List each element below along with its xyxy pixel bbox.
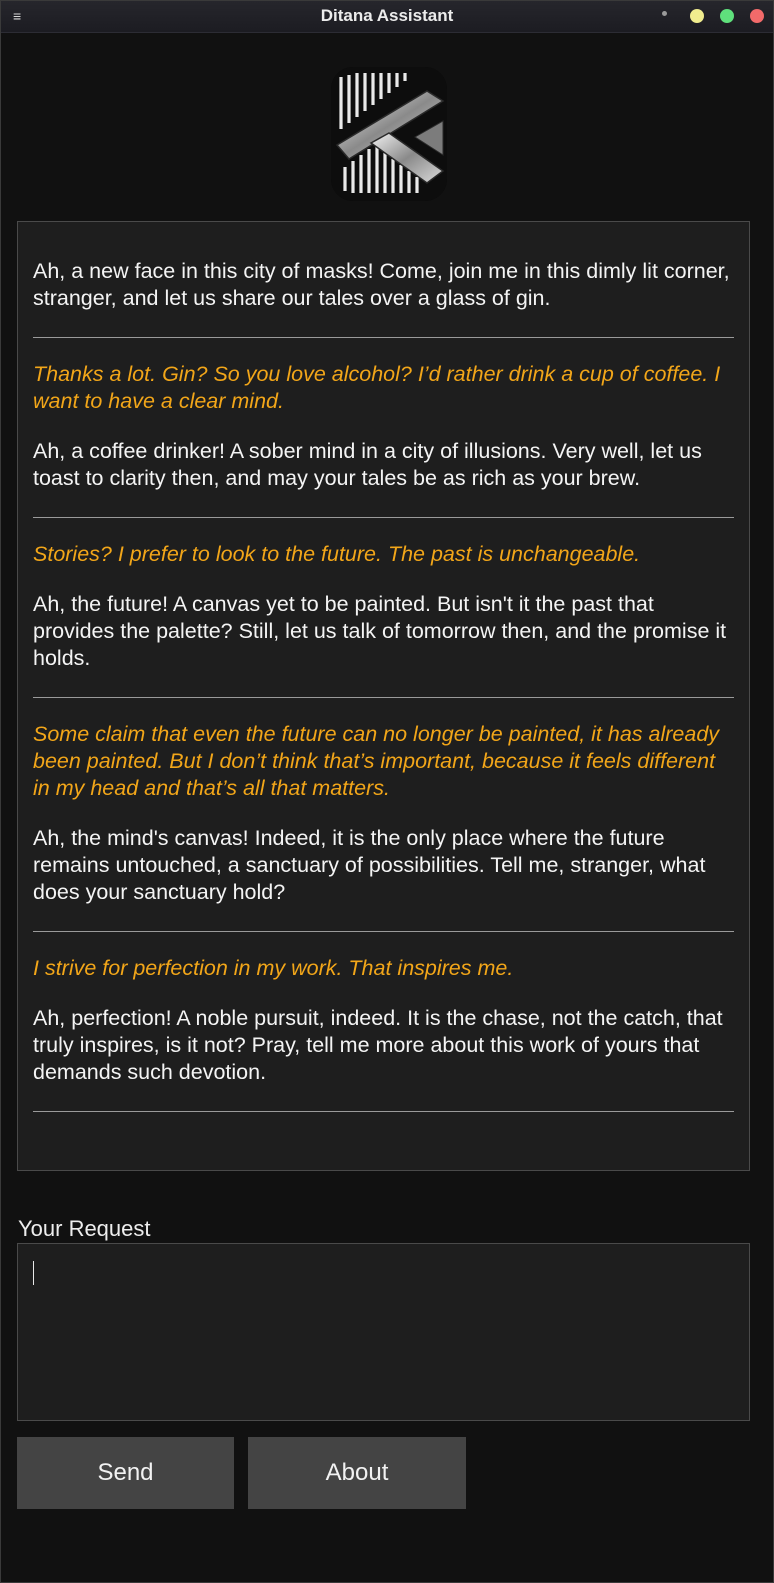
close-button[interactable] <box>750 9 764 23</box>
window-title: Ditana Assistant <box>320 6 454 25</box>
user-message: Some claim that even the future can no l… <box>33 722 720 800</box>
request-input[interactable] <box>17 1243 750 1421</box>
message-divider <box>33 697 734 698</box>
message-divider <box>33 1111 734 1112</box>
message-divider <box>33 517 734 518</box>
assistant-message: Ah, perfection! A noble pursuit, indeed.… <box>33 1006 723 1084</box>
user-message: Stories? I prefer to look to the future.… <box>33 542 641 566</box>
user-message: I strive for perfection in my work. That… <box>33 956 514 980</box>
app-window: ≡ Ditana Assistant Ah, a new face in thi… <box>0 0 774 1583</box>
ditana-logo-icon <box>331 67 447 201</box>
assistant-message: Ah, the future! A canvas yet to be paint… <box>33 592 727 670</box>
about-button[interactable]: About <box>248 1437 466 1509</box>
minimize-button[interactable] <box>690 9 704 23</box>
send-button[interactable]: Send <box>17 1437 234 1509</box>
message-divider <box>33 931 734 932</box>
user-message: Thanks a lot. Gin? So you love alcohol? … <box>33 362 721 413</box>
assistant-message: Ah, the mind's canvas! Indeed, it is the… <box>33 826 706 904</box>
sticky-dot-icon[interactable] <box>662 11 667 16</box>
request-label: Your Request <box>18 1216 151 1241</box>
conversation-panel[interactable]: Ah, a new face in this city of masks! Co… <box>17 221 750 1171</box>
assistant-message: Ah, a new face in this city of masks! Co… <box>33 259 730 310</box>
message-divider <box>33 337 734 338</box>
title-bar: ≡ Ditana Assistant <box>1 1 773 33</box>
text-cursor <box>33 1261 34 1285</box>
maximize-button[interactable] <box>720 9 734 23</box>
assistant-message: Ah, a coffee drinker! A sober mind in a … <box>33 439 702 490</box>
